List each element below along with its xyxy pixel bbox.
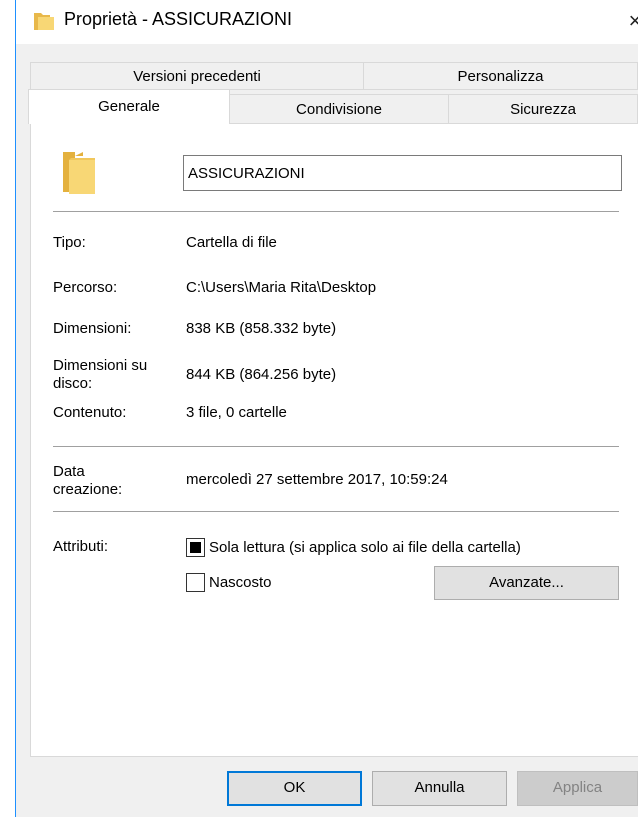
path-value: C:\Users\Maria Rita\Desktop <box>186 279 377 296</box>
created-label-line1: Data <box>53 463 85 480</box>
hidden-checkbox[interactable] <box>186 573 205 592</box>
type-label: Tipo: <box>53 234 86 251</box>
contents-label: Contenuto: <box>53 404 127 421</box>
created-value: mercoledì 27 settembre 2017, 10:59:24 <box>186 471 448 488</box>
hidden-label[interactable]: Nascosto <box>209 574 272 592</box>
close-icon: × <box>628 8 638 33</box>
properties-dialog: Proprietà - ASSICURAZIONI × Versioni pre… <box>0 0 638 817</box>
folder-name-field[interactable] <box>183 155 622 191</box>
tab-condivisione[interactable]: Condivisione <box>229 94 449 124</box>
advanced-button[interactable]: Avanzate... <box>434 566 619 600</box>
contents-value: 3 file, 0 cartelle <box>186 404 287 421</box>
disk-size-label-line1: Dimensioni su <box>53 357 148 374</box>
tab-sicurezza[interactable]: Sicurezza <box>448 94 638 124</box>
tab-personalizza[interactable]: Personalizza <box>363 62 638 90</box>
created-label: Data creazione: <box>53 463 122 499</box>
disk-size-value: 844 KB (864.256 byte) <box>186 366 337 383</box>
created-label-line2: creazione: <box>53 481 123 498</box>
divider <box>53 446 619 447</box>
attributes-label: Attributi: <box>53 538 109 555</box>
size-value: 838 KB (858.332 byte) <box>186 320 337 337</box>
folder-icon <box>34 12 54 30</box>
tab-versioni-precedenti[interactable]: Versioni precedenti <box>30 62 364 90</box>
disk-size-label-line2: disco: <box>53 375 93 392</box>
divider <box>53 211 619 212</box>
window-title: Proprietà - ASSICURAZIONI <box>64 9 293 29</box>
divider <box>53 511 619 512</box>
general-tab-panel <box>30 123 638 757</box>
tab-generale[interactable]: Generale <box>28 89 230 124</box>
path-label: Percorso: <box>53 279 118 296</box>
type-value: Cartella di file <box>186 234 277 251</box>
close-button[interactable]: × <box>620 4 638 38</box>
title-bar[interactable]: Proprietà - ASSICURAZIONI × <box>16 0 638 44</box>
cancel-button[interactable]: Annulla <box>372 771 507 806</box>
readonly-label[interactable]: Sola lettura (si applica solo ai file de… <box>209 539 521 557</box>
disk-size-label: Dimensioni su disco: <box>53 357 147 393</box>
readonly-checkbox[interactable] <box>186 538 205 557</box>
apply-button[interactable]: Applica <box>517 771 638 806</box>
folder-icon <box>61 150 97 194</box>
ok-button[interactable]: OK <box>227 771 362 806</box>
size-label: Dimensioni: <box>53 320 132 337</box>
